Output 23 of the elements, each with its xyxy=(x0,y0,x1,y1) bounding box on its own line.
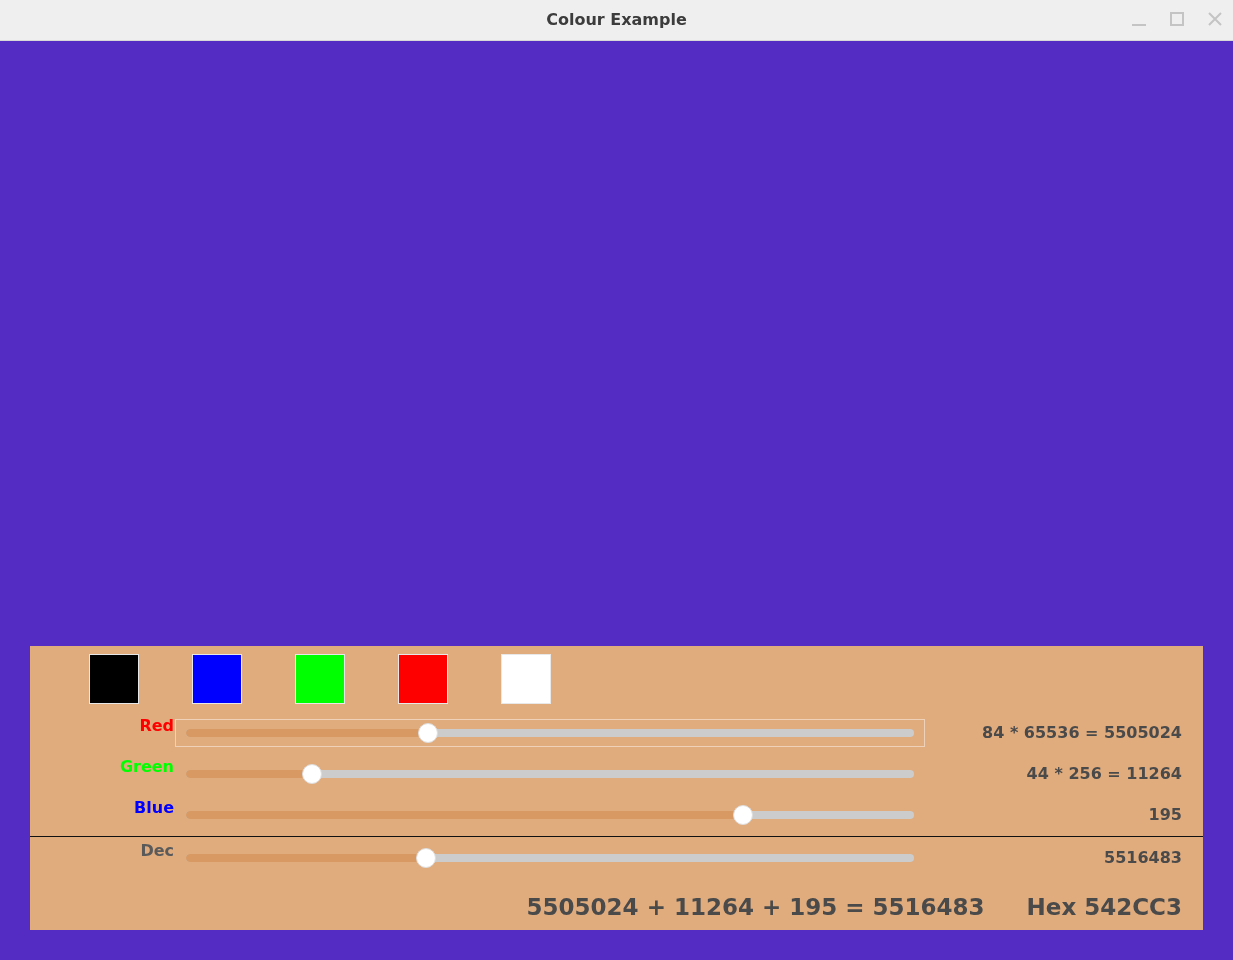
sum-text: 5505024 + 11264 + 195 = 5516483 xyxy=(526,893,985,922)
colour-swatch[interactable] xyxy=(501,654,551,704)
colour-swatch[interactable] xyxy=(295,654,345,704)
colour-swatch[interactable] xyxy=(192,654,242,704)
slider-thumb[interactable] xyxy=(417,722,438,743)
reading-text: 195 xyxy=(1147,803,1183,826)
reading-text: 84 * 65536 = 5505024 xyxy=(981,721,1183,744)
colour-swatch[interactable] xyxy=(89,654,139,704)
slider[interactable] xyxy=(175,718,925,747)
slider-thumb[interactable] xyxy=(415,847,436,868)
reading-text: 5516483 xyxy=(1103,846,1183,869)
reading-text: 44 * 256 = 11264 xyxy=(1025,762,1183,785)
window-title: Colour Example xyxy=(546,9,687,31)
slider-thumb[interactable] xyxy=(732,804,753,825)
slider-thumb[interactable] xyxy=(301,763,322,784)
hex-text: Hex 542CC3 xyxy=(1026,893,1182,922)
close-icon[interactable] xyxy=(1207,11,1223,27)
slider-label: Green xyxy=(118,756,174,778)
maximize-icon[interactable] xyxy=(1169,11,1185,27)
colour-swatch[interactable] xyxy=(398,654,448,704)
slider-label: Red xyxy=(138,715,174,737)
slider-label: Dec xyxy=(139,840,174,862)
slider-label: Blue xyxy=(133,797,174,819)
